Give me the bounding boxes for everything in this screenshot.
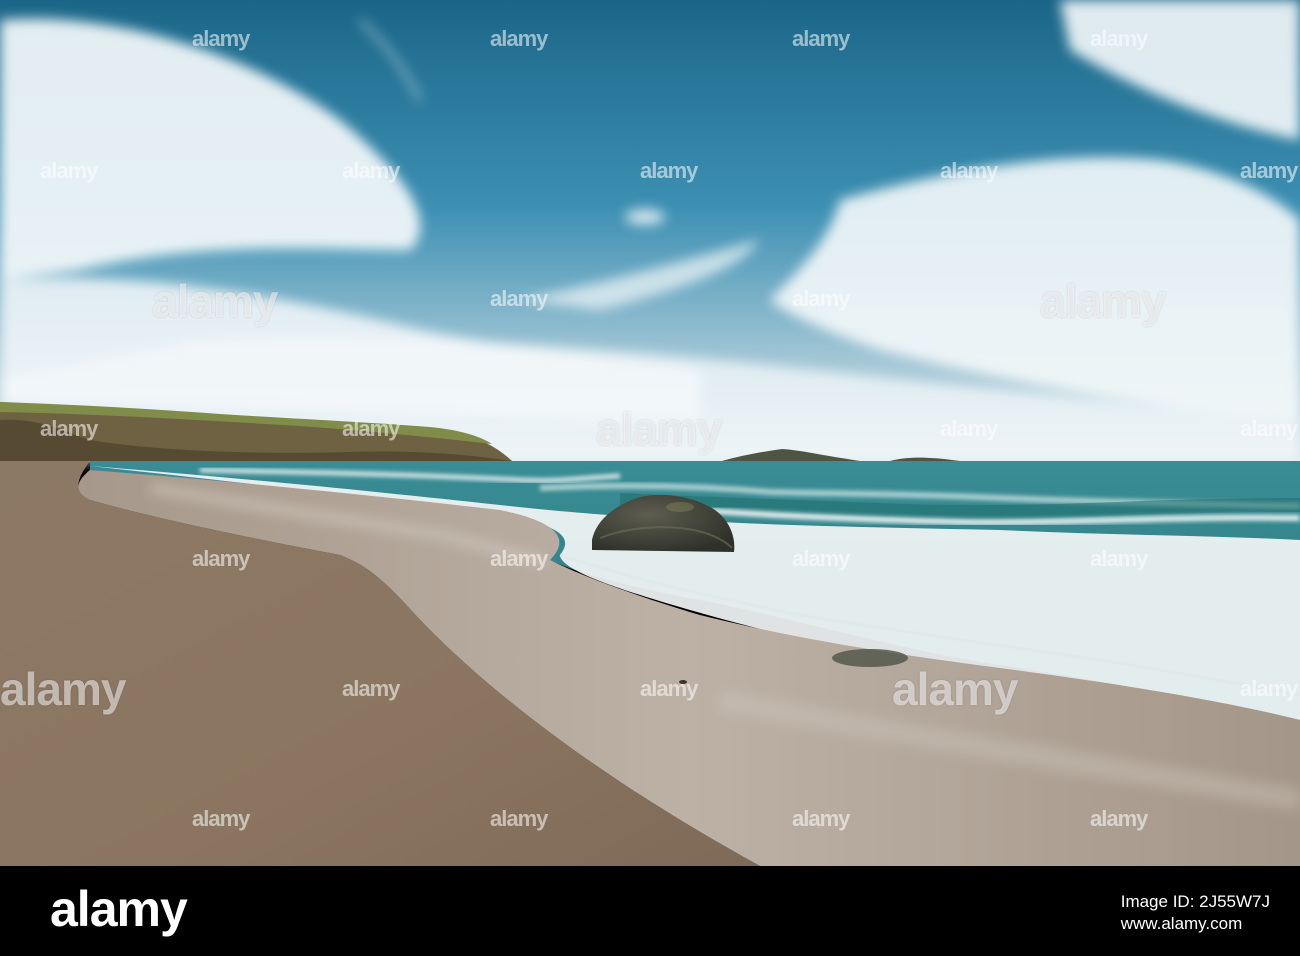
- watermark: alamy: [192, 806, 250, 831]
- watermark: alamy: [892, 663, 1018, 715]
- footer-info: Image ID: 2J55W7J www.alamy.com: [1121, 891, 1270, 935]
- watermark: alamy: [792, 546, 850, 571]
- watermark: alamy: [192, 546, 250, 571]
- watermark: alamy: [342, 416, 400, 441]
- alamy-logo[interactable]: alamy: [50, 884, 188, 934]
- watermark: alamy: [152, 275, 278, 327]
- watermark: alamy: [192, 26, 250, 51]
- watermark: alamy: [792, 26, 850, 51]
- watermark: alamy: [490, 26, 548, 51]
- watermark: alamy: [596, 403, 722, 455]
- watermark: alamy: [342, 158, 400, 183]
- watermark: alamy: [1240, 676, 1298, 701]
- stock-photo-frame: alamy alamy alamy alamy alamy alamy alam…: [0, 0, 1300, 956]
- watermark: alamy: [342, 676, 400, 701]
- watermark: alamy: [490, 286, 548, 311]
- watermark: alamy: [792, 286, 850, 311]
- watermark: alamy: [940, 416, 998, 441]
- watermark: alamy: [1090, 546, 1148, 571]
- image-id-label: Image ID: 2J55W7J: [1120, 892, 1270, 911]
- watermark: alamy: [0, 663, 126, 715]
- watermark: alamy: [40, 416, 98, 441]
- watermark: alamy: [640, 158, 698, 183]
- watermark: alamy: [490, 806, 548, 831]
- watermark: alamy: [490, 546, 548, 571]
- watermark: alamy: [40, 158, 98, 183]
- watermark: alamy: [1090, 806, 1148, 831]
- watermark: alamy: [1240, 158, 1298, 183]
- watermark: alamy: [1040, 275, 1166, 327]
- watermark: alamy: [940, 158, 998, 183]
- watermark: alamy: [1090, 26, 1148, 51]
- site-url-link[interactable]: www.alamy.com: [1121, 913, 1270, 935]
- watermark: alamy: [792, 806, 850, 831]
- footer-bar: alamy Image ID: 2J55W7J www.alamy.com: [0, 866, 1300, 956]
- watermark: alamy: [640, 676, 698, 701]
- watermark: alamy: [1240, 416, 1298, 441]
